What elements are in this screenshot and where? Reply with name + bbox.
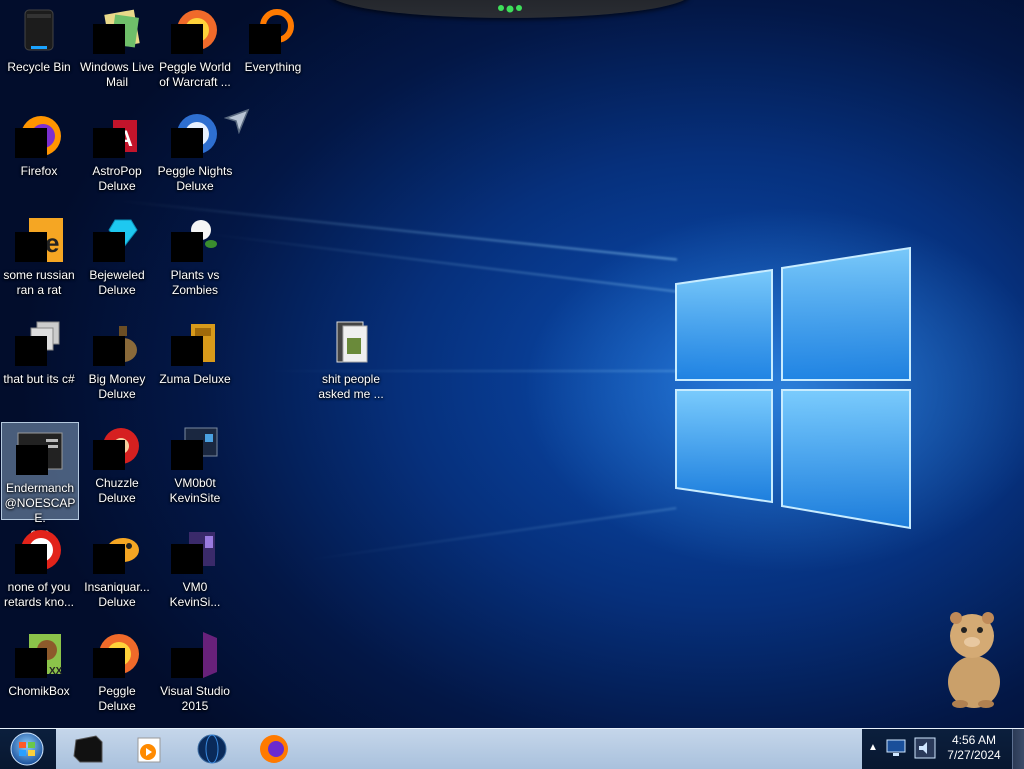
icon-label: some russian ran a rat [3, 268, 75, 297]
taskbar-globe-button[interactable] [190, 732, 234, 766]
icon-label: Peggle Deluxe [98, 684, 136, 713]
windows-flag-icon [19, 742, 26, 748]
desktop-icon-vm0-kevinsite[interactable]: VM0 KevinSi... [156, 522, 234, 620]
desktop-icon-plants-vs-zombies[interactable]: Plants vs Zombies [156, 210, 234, 308]
desktop-icon-peggle-nights[interactable]: Peggle Nights Deluxe [156, 106, 234, 204]
icon-label: ChomikBox [8, 684, 70, 698]
icon-label: AstroPop Deluxe [92, 164, 142, 193]
clock-time: 4:56 AM [951, 733, 997, 747]
desktop-icon-visual-studio[interactable]: Visual Studio 2015 [156, 626, 234, 724]
hamster-gadget-icon[interactable] [938, 606, 1010, 710]
redaction-block [15, 544, 47, 574]
taskbar: ▲ 4:56 AM 7/27/2024 [0, 728, 1024, 769]
desktop-icon-some-russian[interactable]: e some russian ran a rat [0, 210, 78, 308]
icon-label: that but its c# [3, 372, 75, 386]
desktop-icon-vm0b0t[interactable]: VM0b0t KevinSite [156, 418, 234, 516]
icon-label: Peggle Nights Deluxe [157, 164, 233, 193]
desktop-icon-recycle-bin[interactable]: Recycle Bin [0, 2, 78, 100]
icon-label: Peggle World of Warcraft ... [159, 60, 231, 89]
redaction-block [171, 648, 203, 678]
redaction-block [171, 336, 203, 366]
taskbar-firefox-button[interactable] [252, 732, 296, 766]
icon-label: Visual Studio 2015 [160, 684, 230, 713]
desktop-icon-firefox[interactable]: Firefox [0, 106, 78, 204]
system-tray: ▲ 4:56 AM 7/27/2024 [862, 729, 1024, 769]
redaction-block [93, 232, 125, 262]
redaction-block [15, 128, 47, 158]
clock-date: 7/27/2024 [947, 748, 1001, 762]
desktop-icon-shit-people-asked-me[interactable]: shit people asked me ... [312, 314, 390, 412]
redaction-block [171, 232, 203, 262]
desktop-icon-windows-live-mail[interactable]: Windows Live Mail [78, 2, 156, 100]
redaction-block [171, 128, 203, 158]
icon-label: Recycle Bin [7, 60, 71, 74]
redaction-block [15, 232, 47, 262]
redaction-block [93, 440, 125, 470]
recycle-bin-icon [24, 9, 54, 51]
windows-logo [675, 246, 911, 530]
light-beam [299, 507, 677, 562]
clock[interactable]: 4:56 AM 7/27/2024 [942, 733, 1006, 763]
desktop-icon-endermanch[interactable]: Endermanch @NOESCAPE. exe [1, 422, 79, 540]
icon-label: Windows Live Mail [79, 60, 155, 89]
desktop-icon-chomikbox[interactable]: XX ChomikBox [0, 626, 78, 724]
redaction-block [93, 336, 125, 366]
icon-label: VM0 KevinSi... [169, 580, 221, 609]
taskbar-media-player-button[interactable] [126, 732, 170, 766]
redaction-block [249, 24, 281, 54]
icon-label: VM0b0t KevinSite [169, 476, 221, 505]
icon-label: none of you retards kno... [3, 580, 75, 609]
mouse-cursor-icon [224, 108, 250, 134]
desktop-icon-peggle-deluxe[interactable]: Peggle Deluxe [78, 626, 156, 724]
redaction-block [171, 544, 203, 574]
icon-label: Zuma Deluxe [159, 372, 231, 386]
status-led-icon [498, 5, 522, 13]
start-area [0, 729, 56, 769]
show-desktop-button[interactable] [1012, 729, 1024, 769]
icon-label: Everything [244, 60, 302, 74]
desktop-icon-chuzzle[interactable]: Chuzzle Deluxe [78, 418, 156, 516]
redaction-block [15, 648, 47, 678]
desktop-icon-zuma[interactable]: Zuma Deluxe [156, 314, 234, 412]
icon-label: Bejeweled Deluxe [89, 268, 145, 297]
desktop-icon-bejeweled[interactable]: Bejeweled Deluxe [78, 210, 156, 308]
taskbar-terminal-button[interactable] [66, 732, 110, 766]
redaction-block [15, 336, 47, 366]
icon-label: Chuzzle Deluxe [95, 476, 139, 505]
folder-icon [336, 321, 368, 363]
desktop-icon-that-but-its-csharp[interactable]: that but its c# [0, 314, 78, 412]
volume-icon[interactable] [914, 737, 936, 759]
redaction-block [93, 544, 125, 574]
desktop-icon-astropop[interactable]: A AstroPop Deluxe [78, 106, 156, 204]
svg-text:XX: XX [49, 666, 63, 677]
redaction-block [171, 24, 203, 54]
top-notch [330, 0, 690, 18]
desktop-icon-none-of-you[interactable]: none of you retards kno... [0, 522, 78, 620]
desktop-icon-big-money[interactable]: Big Money Deluxe [78, 314, 156, 412]
redaction-block [93, 648, 125, 678]
tray-expand-arrow-icon[interactable]: ▲ [868, 743, 878, 753]
svg-text:e: e [45, 228, 59, 258]
light-beam [199, 232, 677, 293]
icon-label: Plants vs Zombies [170, 268, 220, 297]
desktop-icon-insaniquarium[interactable]: Insaniquar... Deluxe [78, 522, 156, 620]
redaction-block [93, 128, 125, 158]
icon-label: shit people asked me ... [318, 372, 384, 401]
redaction-block [16, 445, 48, 475]
icon-label: Big Money Deluxe [88, 372, 146, 401]
desktop-icon-peggle-world-of-warcraft[interactable]: Peggle World of Warcraft ... [156, 2, 234, 100]
redaction-block [93, 24, 125, 54]
redaction-block [171, 440, 203, 470]
desktop[interactable]: Recycle Bin Firefox e some russian ran a… [0, 0, 1024, 728]
icon-label: Insaniquar... Deluxe [84, 580, 150, 609]
network-icon[interactable] [886, 739, 906, 757]
desktop-icon-everything[interactable]: Everything [234, 2, 312, 100]
start-button[interactable] [8, 731, 46, 767]
icon-label: Firefox [20, 164, 58, 178]
